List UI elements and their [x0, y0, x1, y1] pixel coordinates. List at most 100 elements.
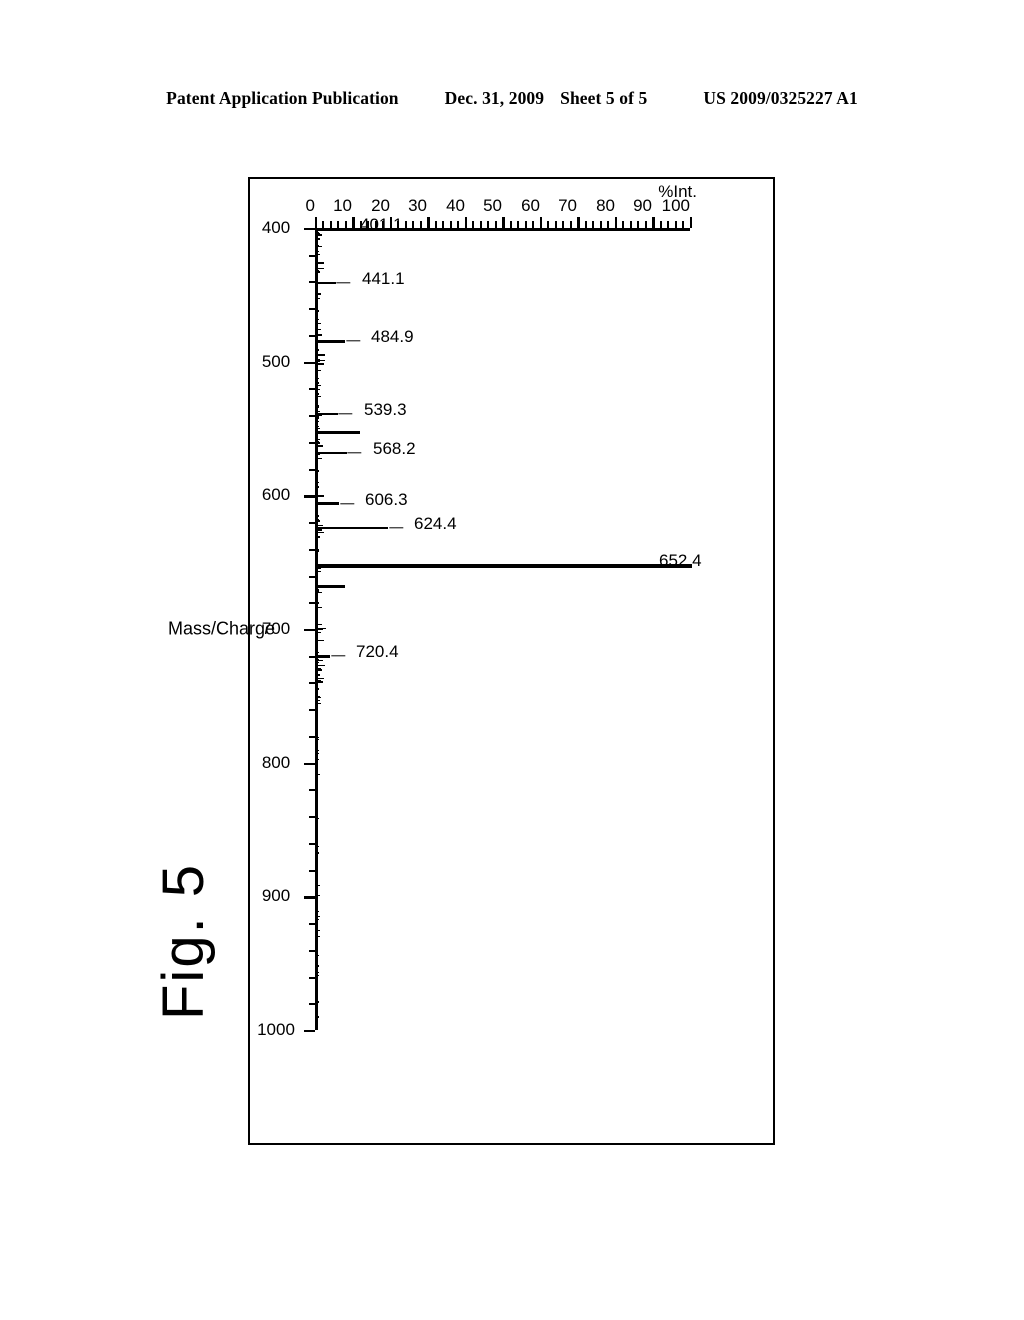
annotation-leader-line: [388, 527, 403, 529]
annotation-leader-line: [340, 503, 355, 505]
y-axis-minor-tick: [322, 221, 325, 228]
x-axis-major-tick: [304, 762, 315, 766]
peak-label: 606.3: [365, 489, 409, 509]
x-axis-minor-tick: [309, 709, 315, 712]
noise-spike: [317, 427, 320, 430]
y-axis-minor-tick: [495, 221, 497, 228]
noise-spike: [317, 271, 321, 273]
peak-label: 484.9: [371, 327, 414, 347]
noise-spike: [317, 570, 321, 573]
publication-date: Dec. 31, 2009: [444, 88, 545, 108]
y-axis-minor-tick: [630, 221, 632, 228]
y-axis-minor-tick: [547, 221, 550, 228]
x-axis-minor-tick: [309, 254, 315, 257]
y-axis-minor-tick: [420, 221, 422, 228]
y-axis-tick-label: 100: [661, 196, 690, 215]
peak-label: 441.1: [361, 268, 405, 288]
noise-spike: [317, 1001, 320, 1003]
x-axis-tick-label: 900: [261, 886, 291, 906]
noise-spike: [317, 696, 321, 698]
y-axis-tick-label: 0: [305, 196, 315, 215]
x-axis-minor-tick: [309, 976, 315, 979]
noise-spike: [317, 993, 318, 995]
noise-spike: [317, 699, 320, 702]
y-axis-minor-tick: [600, 221, 602, 228]
noise-spike: [317, 901, 318, 904]
y-axis-minor-tick: [555, 221, 557, 228]
noise-spike: [317, 674, 321, 676]
noise-spike: [317, 825, 318, 828]
x-axis-major-tick: [304, 629, 315, 632]
noise-spike: [317, 643, 319, 645]
noise-spike: [317, 789, 318, 791]
noise-spike: [317, 858, 318, 860]
noise-spike: [317, 369, 321, 371]
y-axis-minor-tick: [412, 221, 415, 228]
noise-spike: [317, 864, 318, 866]
annotation-leader-line: [345, 340, 360, 343]
noise-spike: [317, 908, 318, 910]
noise-spike: [317, 319, 320, 321]
noise-spike: [317, 632, 321, 634]
peak-bar: [317, 228, 334, 231]
x-axis-tick-label: 400: [261, 218, 291, 237]
noise-spike: [317, 354, 326, 356]
noise-spike: [317, 738, 319, 740]
noise-spike: [317, 989, 318, 991]
y-axis-minor-tick: [517, 221, 520, 228]
noise-spike: [317, 536, 318, 538]
peak-bar: [317, 564, 692, 568]
noise-spike: [317, 373, 319, 375]
y-axis-minor-tick: [585, 221, 587, 228]
noise-spike: [317, 734, 318, 736]
noise-spike: [317, 845, 320, 847]
noise-spike: [317, 750, 319, 752]
x-axis-minor-tick: [309, 281, 315, 284]
noise-spike: [317, 660, 324, 662]
noise-spike: [317, 628, 324, 631]
x-axis-minor-tick: [309, 735, 315, 738]
x-axis-minor-tick: [309, 548, 315, 551]
peak-bar: [317, 451, 347, 455]
y-axis-minor-tick: [450, 221, 452, 228]
noise-spike: [317, 322, 322, 325]
noise-spike: [317, 336, 318, 338]
x-axis-tick-label: 1000: [257, 1020, 295, 1039]
noise-spike: [317, 300, 318, 302]
y-axis-tick-label: 30: [408, 196, 428, 215]
x-axis-major-tick: [304, 228, 315, 231]
annotation-leader-line: [338, 413, 353, 415]
noise-spike: [317, 876, 319, 878]
noise-spike: [317, 238, 320, 240]
noise-spike: [317, 391, 318, 393]
x-axis-major-tick: [304, 896, 315, 899]
y-axis-minor-tick: [675, 221, 677, 228]
y-axis-minor-tick: [667, 221, 670, 228]
noise-spike: [317, 626, 318, 628]
noise-spike: [317, 640, 325, 642]
noise-spike: [317, 576, 318, 579]
peak-bar: [317, 340, 346, 343]
noise-spike: [317, 561, 318, 564]
y-axis-minor-tick: [487, 221, 490, 228]
x-axis-minor-tick: [309, 923, 315, 926]
peak-bar: [317, 654, 331, 658]
noise-spike: [317, 823, 318, 825]
noise-spike: [317, 540, 318, 542]
noise-spike: [317, 943, 319, 945]
noise-spike: [317, 486, 319, 488]
y-axis-major-tick: [615, 217, 618, 228]
noise-spike: [317, 985, 319, 987]
noise-spike: [317, 363, 325, 365]
noise-spike: [317, 1021, 318, 1023]
noise-spike: [317, 349, 320, 351]
noise-spike: [317, 606, 323, 608]
noise-spike: [317, 961, 318, 964]
noise-spike: [317, 999, 319, 1001]
x-axis-tick-label: 700: [261, 619, 291, 638]
noise-spike: [317, 773, 321, 775]
y-axis-minor-tick: [405, 221, 407, 228]
noise-spike: [317, 470, 320, 472]
noise-spike: [317, 830, 318, 832]
y-axis-tick-label: 20: [371, 196, 390, 215]
